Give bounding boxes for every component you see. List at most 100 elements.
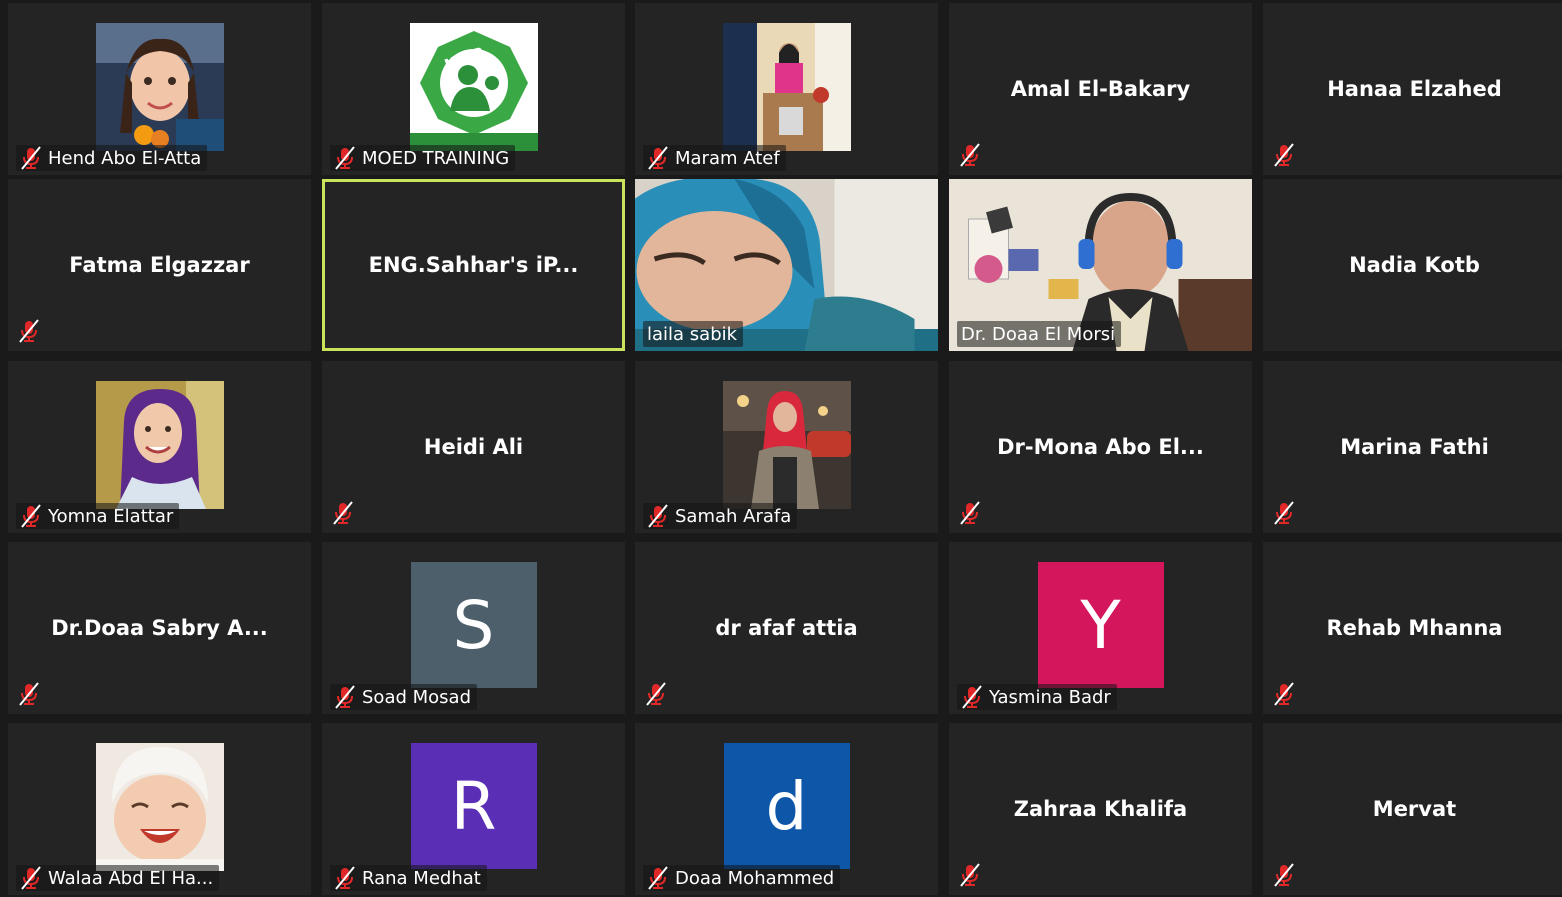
- participant-name-label: Soad Mosad: [330, 684, 477, 710]
- participant-avatar: R: [410, 743, 537, 869]
- participant-tile-hend-abo-el-atta[interactable]: Hend Abo El-Atta: [8, 3, 311, 175]
- participant-name: Marina Fathi: [1340, 435, 1489, 459]
- muted-mic-icon: [19, 319, 39, 343]
- muted-mic-icon: [960, 143, 980, 167]
- participant-tile-dr-mona-abo-el[interactable]: Dr-Mona Abo El...: [949, 361, 1252, 533]
- muted-mic-icon: [960, 863, 980, 887]
- muted-mic-icon: [333, 501, 353, 525]
- participant-tile-yasmina-badr[interactable]: Y Yasmina Badr: [949, 542, 1252, 714]
- muted-mic-icon: [21, 146, 41, 170]
- participant-tile-rana-medhat[interactable]: R Rana Medhat: [322, 723, 625, 895]
- participant-name: Samah Arafa: [675, 505, 792, 527]
- participant-photo: [95, 743, 224, 871]
- participant-name-label: Walaa Abd El Ha...: [16, 865, 220, 891]
- muted-mic-icon: [646, 682, 666, 706]
- participant-name-label: Yasmina Badr: [957, 684, 1117, 710]
- muted-mic-icon: [21, 866, 41, 890]
- participant-tile-soad-mosad[interactable]: S Soad Mosad: [322, 542, 625, 714]
- participant-name: Mervat: [1372, 797, 1457, 821]
- participant-name: Maram Atef: [675, 147, 780, 169]
- muted-mic-icon: [1274, 143, 1294, 167]
- participant-tile-walaa-abd-el-ha[interactable]: Walaa Abd El Ha...: [8, 723, 311, 895]
- participant-tile-dr-doaa-el-morsi[interactable]: Dr. Doaa El Morsi: [949, 179, 1252, 351]
- participant-name-label: Rana Medhat: [330, 865, 487, 891]
- speaker-at-podium-image: [722, 23, 851, 151]
- participant-tile-zahraa-khalifa[interactable]: Zahraa Khalifa: [949, 723, 1252, 895]
- participant-name: Yomna Elattar: [48, 505, 174, 527]
- participant-photo: [722, 23, 851, 151]
- muted-mic-icon: [19, 682, 39, 706]
- muted-mic-icon: [648, 504, 668, 528]
- participant-tile-nadia-kotb[interactable]: Nadia Kotb: [1263, 179, 1562, 351]
- muted-mic-icon: [648, 146, 668, 170]
- participant-tile-marina-fathi[interactable]: Marina Fathi: [1263, 361, 1562, 533]
- participant-tile-laila-sabik[interactable]: laila sabik: [635, 179, 938, 351]
- girl-portrait-image: [95, 23, 224, 151]
- participant-name: Soad Mosad: [362, 686, 471, 708]
- muted-mic-icon: [335, 146, 355, 170]
- participant-name-label: laila sabik: [643, 321, 744, 347]
- participant-name-label: Maram Atef: [643, 145, 786, 171]
- muted-mic-icon: [21, 504, 41, 528]
- participant-name-label: Doaa Mohammed: [643, 865, 841, 891]
- participant-photo: MOED: [409, 23, 538, 151]
- participant-name: Dr-Mona Abo El...: [997, 435, 1204, 459]
- moed-logo-image: MOED: [409, 23, 538, 151]
- participant-tile-heidi-ali[interactable]: Heidi Ali: [322, 361, 625, 533]
- participant-tile-eng-sahhar-s-ip[interactable]: ENG.Sahhar's iP...: [322, 179, 625, 351]
- participant-name: Dr. Doaa El Morsi: [961, 323, 1116, 345]
- participant-name: dr afaf attia: [715, 616, 858, 640]
- participant-tile-rehab-mhanna[interactable]: Rehab Mhanna: [1263, 542, 1562, 714]
- participant-tile-dr-afaf-attia[interactable]: dr afaf attia: [635, 542, 938, 714]
- gallery-view-grid: Hend Abo El-Atta MOED MOED TRAINING Maram A…: [0, 0, 1562, 897]
- participant-name: ENG.Sahhar's iP...: [368, 253, 579, 277]
- participant-name: Walaa Abd El Ha...: [48, 867, 214, 889]
- participant-name: Hend Abo El-Atta: [48, 147, 202, 169]
- participant-name: MOED TRAINING: [362, 147, 510, 169]
- participant-name: Amal El-Bakary: [1010, 77, 1191, 101]
- muted-mic-icon: [335, 866, 355, 890]
- participant-name: Fatma Elgazzar: [69, 253, 250, 277]
- participant-tile-doaa-mohammed[interactable]: d Doaa Mohammed: [635, 723, 938, 895]
- participant-name: Yasmina Badr: [989, 686, 1111, 708]
- participant-name: Heidi Ali: [423, 435, 524, 459]
- participant-name-label: Yomna Elattar: [16, 503, 180, 529]
- participant-tile-moed-training[interactable]: MOED MOED TRAINING: [322, 3, 625, 175]
- participant-tile-amal-el-bakary[interactable]: Amal El-Bakary: [949, 3, 1252, 175]
- muted-mic-icon: [1274, 682, 1294, 706]
- baby-portrait-image: [95, 743, 224, 871]
- muted-mic-icon: [962, 685, 982, 709]
- woman-street-night-image: [722, 381, 851, 509]
- participant-avatar: Y: [1037, 562, 1164, 688]
- participant-name: Hanaa Elzahed: [1327, 77, 1502, 101]
- participant-name: laila sabik: [647, 323, 738, 345]
- participant-name-label: Hend Abo El-Atta: [16, 145, 208, 171]
- participant-avatar: S: [410, 562, 537, 688]
- participant-tile-hanaa-elzahed[interactable]: Hanaa Elzahed: [1263, 3, 1562, 175]
- participant-tile-mervat[interactable]: Mervat: [1263, 723, 1562, 895]
- participant-name: Nadia Kotb: [1349, 253, 1480, 277]
- muted-mic-icon: [1274, 863, 1294, 887]
- participant-name: Dr.Doaa Sabry A...: [51, 616, 268, 640]
- participant-photo: [95, 23, 224, 151]
- participant-photo: [722, 381, 851, 509]
- participant-avatar: d: [723, 743, 850, 869]
- muted-mic-icon: [335, 685, 355, 709]
- participant-name: Doaa Mohammed: [675, 867, 835, 889]
- participant-tile-samah-arafa[interactable]: Samah Arafa: [635, 361, 938, 533]
- participant-tile-yomna-elattar[interactable]: Yomna Elattar: [8, 361, 311, 533]
- participant-name-label: Samah Arafa: [643, 503, 798, 529]
- muted-mic-icon: [1274, 501, 1294, 525]
- participant-name-label: Dr. Doaa El Morsi: [957, 321, 1122, 347]
- participant-tile-dr-doaa-sabry-a[interactable]: Dr.Doaa Sabry A...: [8, 542, 311, 714]
- participant-name: Zahraa Khalifa: [1013, 797, 1188, 821]
- muted-mic-icon: [648, 866, 668, 890]
- participant-name: Rana Medhat: [362, 867, 481, 889]
- participant-tile-fatma-elgazzar[interactable]: Fatma Elgazzar: [8, 179, 311, 351]
- woman-in-purple-hijab-image: [95, 381, 224, 509]
- participant-tile-maram-atef[interactable]: Maram Atef: [635, 3, 938, 175]
- participant-photo: [95, 381, 224, 509]
- participant-name-label: MOED TRAINING: [330, 145, 516, 171]
- participant-name: Rehab Mhanna: [1326, 616, 1503, 640]
- muted-mic-icon: [960, 501, 980, 525]
